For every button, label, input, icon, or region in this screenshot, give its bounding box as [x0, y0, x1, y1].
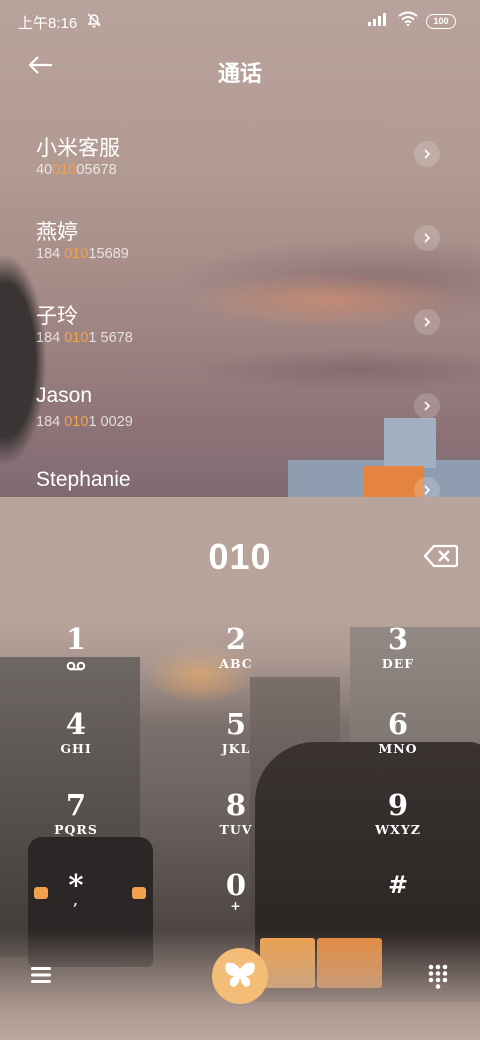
key-digit: 3: [387, 622, 409, 656]
dialpad-icon: [428, 964, 448, 989]
key-letters: PQRS: [54, 822, 98, 837]
dialpad-button[interactable]: [428, 964, 448, 990]
contact-detail-button[interactable]: [414, 225, 440, 251]
contact-name: 小米客服: [36, 137, 120, 160]
backspace-button[interactable]: [423, 544, 460, 570]
butterfly-call-icon: [225, 962, 255, 987]
menu-icon: [31, 967, 51, 983]
key-digit: 2: [225, 622, 247, 656]
key-4[interactable]: 4 GHI: [11, 707, 141, 785]
page-title: 通话: [217, 61, 262, 86]
contact-detail-button[interactable]: [414, 393, 440, 419]
key-letters: TUV: [219, 822, 253, 837]
key-letters: WXYZ: [375, 822, 421, 837]
dial-input[interactable]: 010: [0, 536, 480, 578]
contact-detail-button[interactable]: [414, 141, 440, 167]
key-5[interactable]: 5 JKL: [171, 707, 301, 785]
contact-number: 184 0101 0029: [36, 414, 133, 430]
signal-icon: [368, 12, 390, 31]
status-bar: 上午8:16 100: [0, 0, 480, 42]
key-2[interactable]: 2 ABC: [171, 622, 301, 700]
chevron-right-icon: [424, 485, 431, 495]
contact-name: 燕婷: [36, 221, 78, 244]
keypad: 1 2 ABC 3 DEF 4 GHI 5 JKL 6 MNO 7 PQRS 8…: [0, 614, 480, 914]
contact-item[interactable]: Stephanie: [0, 448, 480, 497]
voicemail-icon: [11, 656, 141, 672]
key-letters: ,: [73, 893, 79, 908]
contact-item[interactable]: 燕婷 184 01015689: [0, 196, 480, 280]
header: 通话: [0, 50, 480, 90]
wifi-icon: [398, 11, 418, 31]
contact-name: Stephanie: [36, 468, 131, 491]
chevron-right-icon: [424, 401, 431, 411]
key-digit: 8: [225, 788, 247, 822]
key-3[interactable]: 3 DEF: [333, 622, 463, 700]
call-button[interactable]: [212, 948, 268, 1004]
key-9[interactable]: 9 WXYZ: [333, 788, 463, 866]
key-star[interactable]: * ,: [11, 868, 141, 946]
key-digit: 9: [387, 788, 409, 822]
key-letters: DEF: [381, 656, 415, 671]
contact-number: 4001005678: [36, 162, 117, 178]
key-digit: 0: [225, 868, 247, 902]
contact-detail-button[interactable]: [414, 309, 440, 335]
key-digit: 6: [387, 707, 409, 741]
contact-name: 子玲: [36, 305, 78, 328]
chevron-right-icon: [424, 149, 431, 159]
contact-item[interactable]: Jason 184 0101 0029: [0, 364, 480, 448]
contact-detail-button[interactable]: [414, 477, 440, 497]
key-letters: MNO: [378, 741, 418, 756]
contact-number: 184 01015689: [36, 246, 129, 262]
key-8[interactable]: 8 TUV: [171, 788, 301, 866]
contact-item[interactable]: 子玲 184 0101 5678: [0, 280, 480, 364]
key-6[interactable]: 6 MNO: [333, 707, 463, 785]
key-1[interactable]: 1: [11, 622, 141, 700]
key-digit: 7: [65, 788, 87, 822]
contact-item[interactable]: 小米客服 4001005678: [0, 112, 480, 196]
bottom-bar: [0, 946, 480, 1006]
key-letters: +: [230, 898, 242, 913]
chevron-right-icon: [424, 233, 431, 243]
backspace-icon: [423, 544, 459, 568]
battery-icon: 100: [426, 13, 456, 29]
chevron-right-icon: [424, 317, 431, 327]
key-hash[interactable]: #: [333, 868, 463, 946]
key-digit: 1: [65, 622, 87, 656]
menu-button[interactable]: [30, 966, 52, 986]
dial-display: 010: [0, 534, 480, 584]
status-time: 上午8:16: [18, 15, 78, 32]
contact-list: 小米客服 4001005678 燕婷 184 01015689 子玲 184 0…: [0, 112, 480, 497]
contact-number: 184 0101 5678: [36, 330, 133, 346]
key-digit: 4: [65, 707, 87, 741]
key-digit: 5: [225, 707, 247, 741]
key-letters: ABC: [219, 656, 253, 671]
contact-name: Jason: [36, 384, 93, 407]
key-0[interactable]: 0 +: [171, 868, 301, 946]
key-7[interactable]: 7 PQRS: [11, 788, 141, 866]
key-digit: #: [387, 870, 409, 899]
key-letters: GHI: [60, 741, 92, 756]
key-letters: JKL: [221, 741, 251, 756]
mute-icon: [86, 12, 102, 33]
